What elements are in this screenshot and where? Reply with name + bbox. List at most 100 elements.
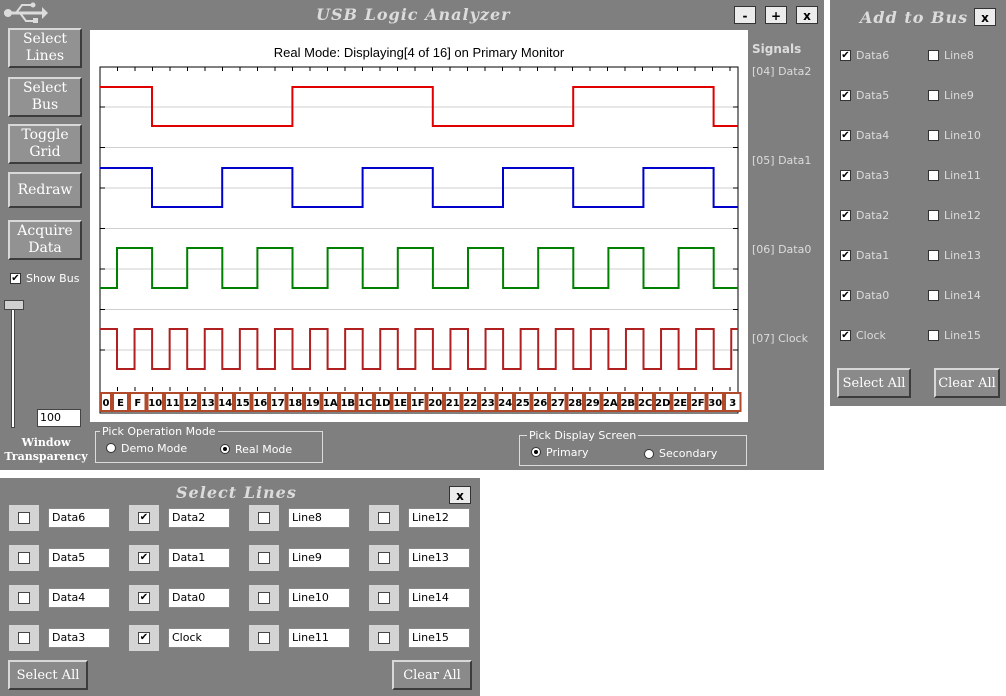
checkbox-box[interactable]: ✔: [138, 512, 150, 524]
line-checkbox-data6[interactable]: [9, 505, 39, 531]
select-lines-title: Select Lines: [176, 483, 297, 502]
bus-value-label: 30: [708, 398, 722, 409]
bus-checkbox-data2[interactable]: ✔: [840, 210, 851, 221]
checkbox-box[interactable]: [258, 512, 270, 524]
bus-checkbox-line9[interactable]: [928, 90, 939, 101]
toggle-grid-button[interactable]: Toggle Grid: [8, 124, 82, 164]
line-name-field-line15[interactable]: Line15: [408, 628, 470, 648]
line-checkbox-line15[interactable]: [369, 625, 399, 651]
bus-value-label: E: [117, 398, 124, 409]
add-to-bus-close-button[interactable]: x: [974, 8, 996, 26]
line-checkbox-data0[interactable]: ✔: [129, 585, 159, 611]
bus-label-line10: Line10: [944, 129, 981, 142]
line-name-field-line10[interactable]: Line10: [288, 588, 350, 608]
redraw-button[interactable]: Redraw: [8, 172, 82, 208]
checkbox-box[interactable]: ✔: [138, 632, 150, 644]
bus-checkbox-line15[interactable]: [928, 330, 939, 341]
line-checkbox-data2[interactable]: ✔: [129, 505, 159, 531]
bus-clear-all-button[interactable]: Clear All: [934, 368, 1000, 398]
line-name-field-data1[interactable]: Data1: [168, 548, 230, 568]
line-checkbox-line13[interactable]: [369, 545, 399, 571]
line-checkbox-data1[interactable]: ✔: [129, 545, 159, 571]
bus-checkbox-line11[interactable]: [928, 170, 939, 181]
bus-checkbox-line10[interactable]: [928, 130, 939, 141]
line-name-field-line11[interactable]: Line11: [288, 628, 350, 648]
line-name-field-data5[interactable]: Data5: [48, 548, 110, 568]
line-name-field-line8[interactable]: Line8: [288, 508, 350, 528]
line-name-field-data4[interactable]: Data4: [48, 588, 110, 608]
bus-checkbox-data1[interactable]: ✔: [840, 250, 851, 261]
checkbox-box[interactable]: [258, 552, 270, 564]
demo-mode-label: Demo Mode: [121, 442, 188, 455]
bus-value-label: F: [134, 398, 141, 409]
select-bus-button[interactable]: Select Bus: [8, 77, 82, 117]
bus-checkbox-data0[interactable]: ✔: [840, 290, 851, 301]
line-name-field-data6[interactable]: Data6: [48, 508, 110, 528]
line-name-field-line13[interactable]: Line13: [408, 548, 470, 568]
bus-value-label: 10: [148, 398, 162, 409]
line-name-field-line14[interactable]: Line14: [408, 588, 470, 608]
line-checkbox-line12[interactable]: [369, 505, 399, 531]
bus-value-label: 12: [183, 398, 197, 409]
lines-select-all-button[interactable]: Select All: [8, 660, 88, 690]
line-checkbox-data5[interactable]: [9, 545, 39, 571]
line-checkbox-line10[interactable]: [249, 585, 279, 611]
bus-select-all-button[interactable]: Select All: [837, 368, 911, 398]
line-checkbox-line9[interactable]: [249, 545, 279, 571]
show-bus-checkbox[interactable]: ✔: [10, 273, 21, 284]
checkbox-box[interactable]: [18, 592, 30, 604]
checkbox-box[interactable]: [18, 632, 30, 644]
bus-checkbox-line13[interactable]: [928, 250, 939, 261]
checkbox-box[interactable]: [378, 592, 390, 604]
bus-checkbox-data6[interactable]: ✔: [840, 50, 851, 61]
line-checkbox-line8[interactable]: [249, 505, 279, 531]
line-checkbox-data3[interactable]: [9, 625, 39, 651]
checkbox-box[interactable]: [378, 632, 390, 644]
line-name-field-line9[interactable]: Line9: [288, 548, 350, 568]
line-name-field-data0[interactable]: Data0: [168, 588, 230, 608]
line-checkbox-line11[interactable]: [249, 625, 279, 651]
bus-checkbox-line8[interactable]: [928, 50, 939, 61]
checkbox-box[interactable]: [18, 552, 30, 564]
secondary-radio[interactable]: [644, 449, 654, 459]
line-name-field-data3[interactable]: Data3: [48, 628, 110, 648]
demo-mode-radio[interactable]: [106, 443, 116, 453]
bus-value-label: 0: [103, 398, 110, 409]
bus-value-label: 20: [428, 398, 442, 409]
bus-checkbox-data4[interactable]: ✔: [840, 130, 851, 141]
signal-label-data1: [05] Data1: [752, 154, 812, 167]
bus-checkbox-data3[interactable]: ✔: [840, 170, 851, 181]
bus-checkbox-line12[interactable]: [928, 210, 939, 221]
bus-checkbox-clock[interactable]: ✔: [840, 330, 851, 341]
bus-checkbox-data5[interactable]: ✔: [840, 90, 851, 101]
line-name-field-clock[interactable]: Clock: [168, 628, 230, 648]
waveform-data0: [100, 247, 738, 289]
close-button[interactable]: x: [796, 6, 818, 24]
bus-checkbox-line14[interactable]: [928, 290, 939, 301]
transparency-slider[interactable]: [4, 298, 24, 432]
primary-radio[interactable]: [531, 447, 541, 457]
checkbox-box[interactable]: [18, 512, 30, 524]
checkbox-box[interactable]: ✔: [138, 592, 150, 604]
line-name-field-data2[interactable]: Data2: [168, 508, 230, 528]
checkbox-box[interactable]: [258, 632, 270, 644]
line-name-field-line12[interactable]: Line12: [408, 508, 470, 528]
minimize-button[interactable]: -: [734, 6, 756, 24]
select-lines-button[interactable]: Select Lines: [8, 28, 82, 68]
bus-value-label: 14: [218, 398, 232, 409]
checkbox-box[interactable]: [258, 592, 270, 604]
line-checkbox-data4[interactable]: [9, 585, 39, 611]
checkbox-box[interactable]: [378, 512, 390, 524]
lines-clear-all-button[interactable]: Clear All: [392, 660, 472, 690]
slider-thumb[interactable]: [4, 300, 24, 310]
select-lines-close-button[interactable]: x: [449, 486, 471, 504]
maximize-button[interactable]: +: [765, 6, 787, 24]
transparency-value[interactable]: 100: [37, 409, 81, 427]
real-mode-radio[interactable]: [220, 444, 230, 454]
add-to-bus-title: Add to Bus: [860, 8, 969, 27]
line-checkbox-clock[interactable]: ✔: [129, 625, 159, 651]
checkbox-box[interactable]: ✔: [138, 552, 150, 564]
checkbox-box[interactable]: [378, 552, 390, 564]
acquire-data-button[interactable]: Acquire Data: [8, 220, 82, 260]
line-checkbox-line14[interactable]: [369, 585, 399, 611]
